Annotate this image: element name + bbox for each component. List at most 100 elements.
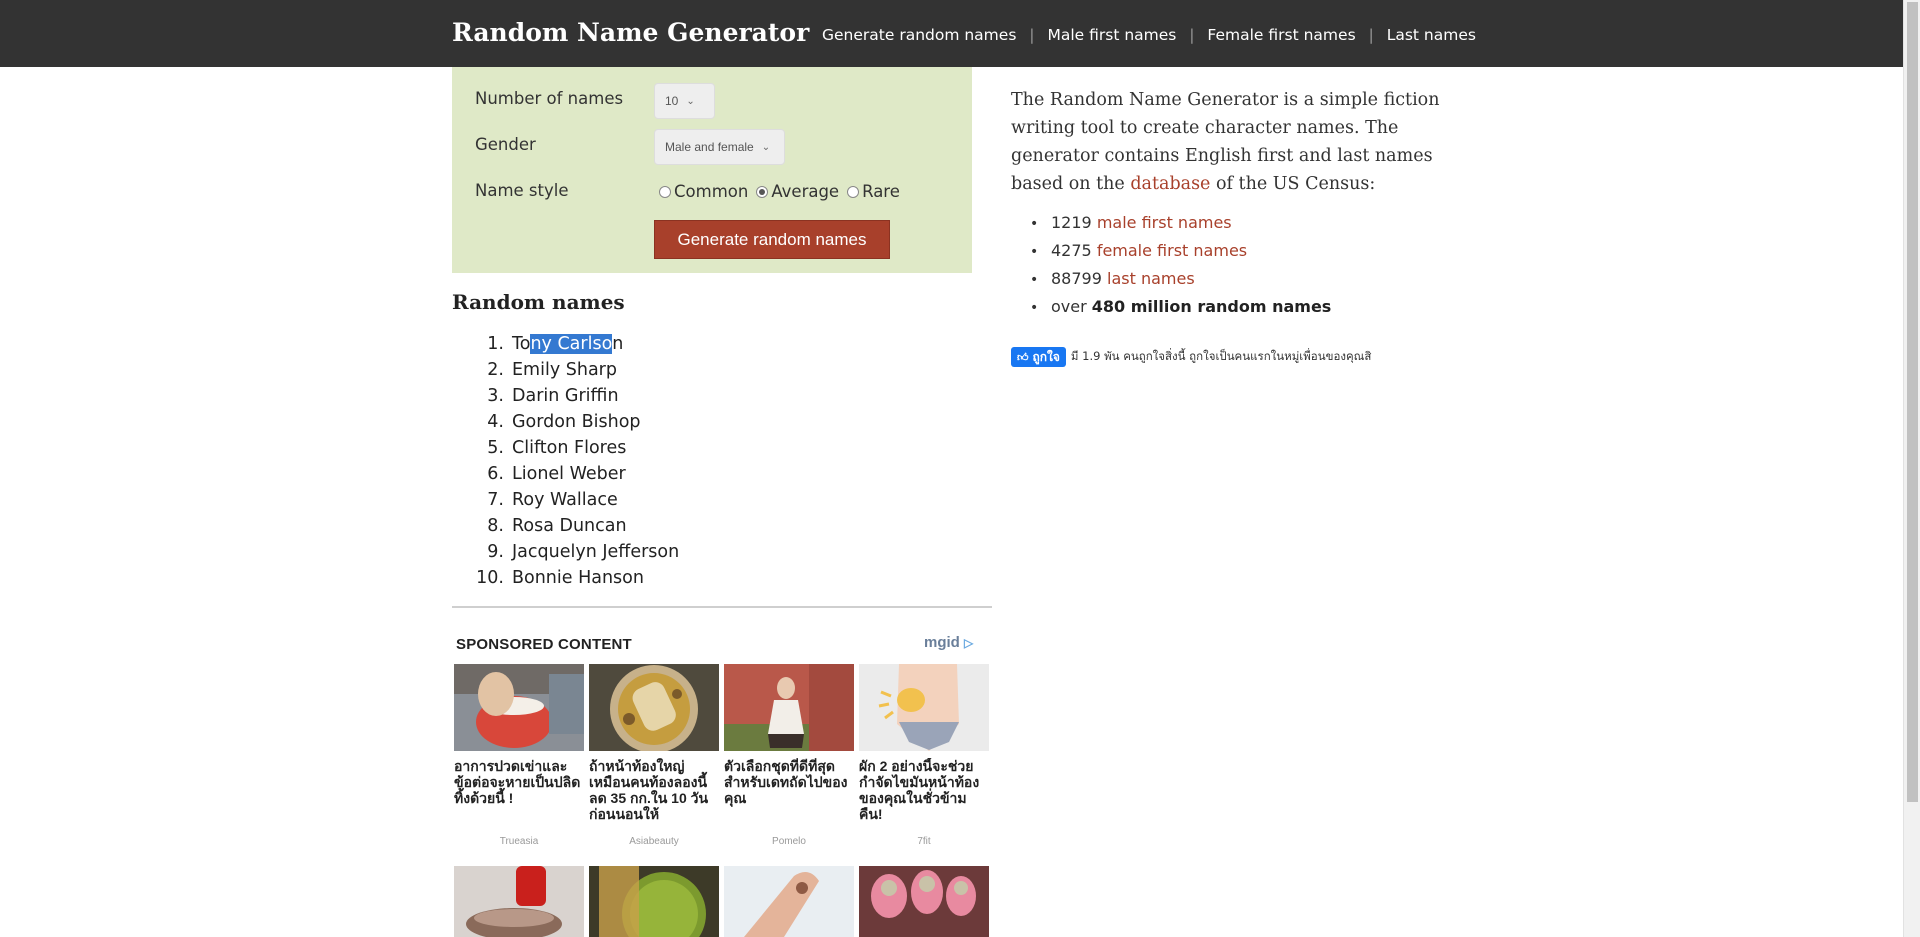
- site-logo-title[interactable]: Random Name Generator: [452, 18, 809, 47]
- text-selection: ny Carlso: [530, 334, 613, 354]
- name-text[interactable]: Tony Carlson: [512, 331, 623, 357]
- radio-common[interactable]: Common: [659, 182, 748, 201]
- sponsored-card[interactable]: ตัวเลือกชุดที่ดีที่สุดสำหรับเดทถัดไปของค…: [724, 664, 854, 847]
- list-number: 7.: [487, 490, 504, 510]
- name-text[interactable]: Bonnie Hanson: [512, 565, 644, 591]
- name-text[interactable]: Emily Sharp: [512, 357, 617, 383]
- card-source: Pomelo: [772, 836, 806, 847]
- name-text[interactable]: Clifton Flores: [512, 435, 626, 461]
- card-title[interactable]: อาการปวดเข่าและข้อต่อจะหายเป็นปลิดทิ้งด้…: [454, 758, 584, 830]
- nav-male-first-names[interactable]: Male first names: [1047, 26, 1176, 44]
- radio-common-label: Common: [674, 182, 749, 201]
- generate-random-names-button[interactable]: Generate random names: [654, 220, 890, 259]
- card-source: 7fit: [917, 836, 931, 847]
- card-image-green-tea[interactable]: [589, 866, 719, 937]
- list-number: 4.: [487, 412, 504, 432]
- card-image-soda-pour[interactable]: [454, 866, 584, 937]
- list-number: 9.: [487, 542, 504, 562]
- list-number: 2.: [487, 360, 504, 380]
- scrollbar-thumb[interactable]: [1907, 2, 1918, 802]
- facebook-like-label: ถูกใจ: [1032, 349, 1060, 364]
- name-style-label: Name style: [475, 181, 569, 200]
- nav-last-names[interactable]: Last names: [1387, 26, 1476, 44]
- mgid-logo[interactable]: mgid ▷: [924, 634, 973, 651]
- name-style-radio-group: Common Average Rare: [659, 182, 908, 201]
- random-names-list: 1. Tony Carlson 2. Emily Sharp 3. Darin Gr…: [472, 331, 679, 591]
- list-item: 9. Jacquelyn Jefferson: [472, 539, 679, 565]
- card-title[interactable]: ผัก 2 อย่างนี้จะช่วยกำจัดไขมันหน้าท้องขอ…: [859, 758, 989, 830]
- nav-generate-random-names[interactable]: Generate random names: [822, 26, 1016, 44]
- intro-text-end: of the US Census:: [1210, 174, 1376, 194]
- random-names-heading: Random names: [452, 290, 625, 314]
- gender-value: Male and female: [665, 140, 754, 154]
- list-item: over 480 million random names: [1030, 293, 1331, 321]
- card-title[interactable]: ถ้าหน้าท้องใหญ่เหมือนคนท้องลองนี้ ลด 35 …: [589, 758, 719, 830]
- radio-common-circle[interactable]: [659, 185, 671, 198]
- list-item: 7. Roy Wallace: [472, 487, 679, 513]
- card-source: Asiabeauty: [629, 836, 679, 847]
- nav-separator: |: [1029, 26, 1035, 44]
- sponsored-card[interactable]: ถ้าหน้าท้องใหญ่เหมือนคนท้องลองนี้ ลด 35 …: [589, 664, 719, 847]
- database-link[interactable]: database: [1130, 174, 1210, 194]
- radio-average-circle[interactable]: [756, 185, 769, 198]
- chevron-down-icon: ⌄: [761, 141, 771, 153]
- radio-average[interactable]: Average: [756, 182, 839, 201]
- list-item: 5. Clifton Flores: [472, 435, 679, 461]
- number-of-names-select[interactable]: 10 ⌄: [654, 83, 715, 119]
- last-names-link[interactable]: last names: [1107, 269, 1195, 288]
- facebook-like-count-text: มี 1.9 พัน คนถูกใจสิ่งนี้ ถูกใจเป็นคนแรก…: [1070, 349, 1372, 363]
- sponsored-card[interactable]: ผัก 2 อย่างนี้จะช่วยกำจัดไขมันหน้าท้องขอ…: [859, 664, 989, 847]
- radio-rare-circle[interactable]: [847, 185, 860, 198]
- name-stats-list: 1219 male first names 4275 female first …: [1030, 209, 1331, 321]
- page-scrollbar[interactable]: [1903, 0, 1920, 937]
- name-text[interactable]: Darin Griffin: [512, 383, 619, 409]
- card-image-finger[interactable]: [724, 866, 854, 937]
- sponsored-cards-row-2: [454, 866, 989, 937]
- list-item: 88799 last names: [1030, 265, 1331, 293]
- generator-form: Number of names 10 ⌄ Gender Male and fem…: [452, 67, 972, 273]
- name-text[interactable]: Rosa Duncan: [512, 513, 627, 539]
- male-first-names-link[interactable]: male first names: [1097, 213, 1232, 232]
- list-item: 6. Lionel Weber: [472, 461, 679, 487]
- list-number: 10.: [476, 568, 504, 588]
- card-title[interactable]: ตัวเลือกชุดที่ดีที่สุดสำหรับเดทถัดไปของค…: [724, 758, 854, 830]
- number-of-names-value: 10: [665, 94, 679, 108]
- card-image-foot-fungus[interactable]: [859, 866, 989, 937]
- list-number: 1.: [487, 334, 504, 354]
- list-number: 8.: [487, 516, 504, 536]
- card-image-knee-soak[interactable]: [454, 664, 584, 751]
- facebook-like-button[interactable]: 👍︎ ถูกใจ: [1011, 347, 1066, 367]
- facebook-like-widget: 👍︎ ถูกใจ มี 1.9 พัน คนถูกใจสิ่งนี้ ถูกใจ…: [1011, 347, 1371, 367]
- list-item: 4275 female first names: [1030, 237, 1331, 265]
- gender-label: Gender: [475, 135, 536, 154]
- card-source: Trueasia: [499, 836, 539, 847]
- name-text[interactable]: Lionel Weber: [512, 461, 626, 487]
- name-text[interactable]: Gordon Bishop: [512, 409, 641, 435]
- main-nav: Generate random names | Male first names…: [822, 26, 1476, 44]
- nav-female-first-names[interactable]: Female first names: [1207, 26, 1355, 44]
- list-item: 1219 male first names: [1030, 209, 1331, 237]
- gender-select[interactable]: Male and female ⌄: [654, 129, 785, 165]
- card-image-belly-illustration[interactable]: [859, 664, 989, 751]
- card-image-fashion-woman[interactable]: [724, 664, 854, 751]
- nav-separator: |: [1189, 26, 1195, 44]
- name-text-part: n: [612, 334, 624, 354]
- name-text-part: To: [512, 334, 531, 354]
- name-text[interactable]: Roy Wallace: [512, 487, 618, 513]
- female-first-names-link[interactable]: female first names: [1097, 241, 1247, 260]
- radio-average-label: Average: [771, 182, 840, 201]
- list-number: 3.: [487, 386, 504, 406]
- list-number: 5.: [487, 438, 504, 458]
- list-item: 4. Gordon Bishop: [472, 409, 679, 435]
- chevron-down-icon: ⌄: [686, 95, 695, 107]
- number-of-names-label: Number of names: [475, 89, 624, 108]
- card-image-herbal-drink[interactable]: [589, 664, 719, 751]
- radio-rare[interactable]: Rare: [847, 182, 900, 201]
- name-text[interactable]: Jacquelyn Jefferson: [512, 539, 679, 565]
- sponsored-card[interactable]: อาการปวดเข่าและข้อต่อจะหายเป็นปลิดทิ้งด้…: [454, 664, 584, 847]
- sponsored-content-title: SPONSORED CONTENT: [456, 636, 632, 653]
- thumbs-up-icon: 👍︎: [1017, 351, 1029, 364]
- ad-choices-icon: ▷: [964, 636, 974, 650]
- stat-count: 88799: [1051, 269, 1102, 288]
- list-item: 3. Darin Griffin: [472, 383, 679, 409]
